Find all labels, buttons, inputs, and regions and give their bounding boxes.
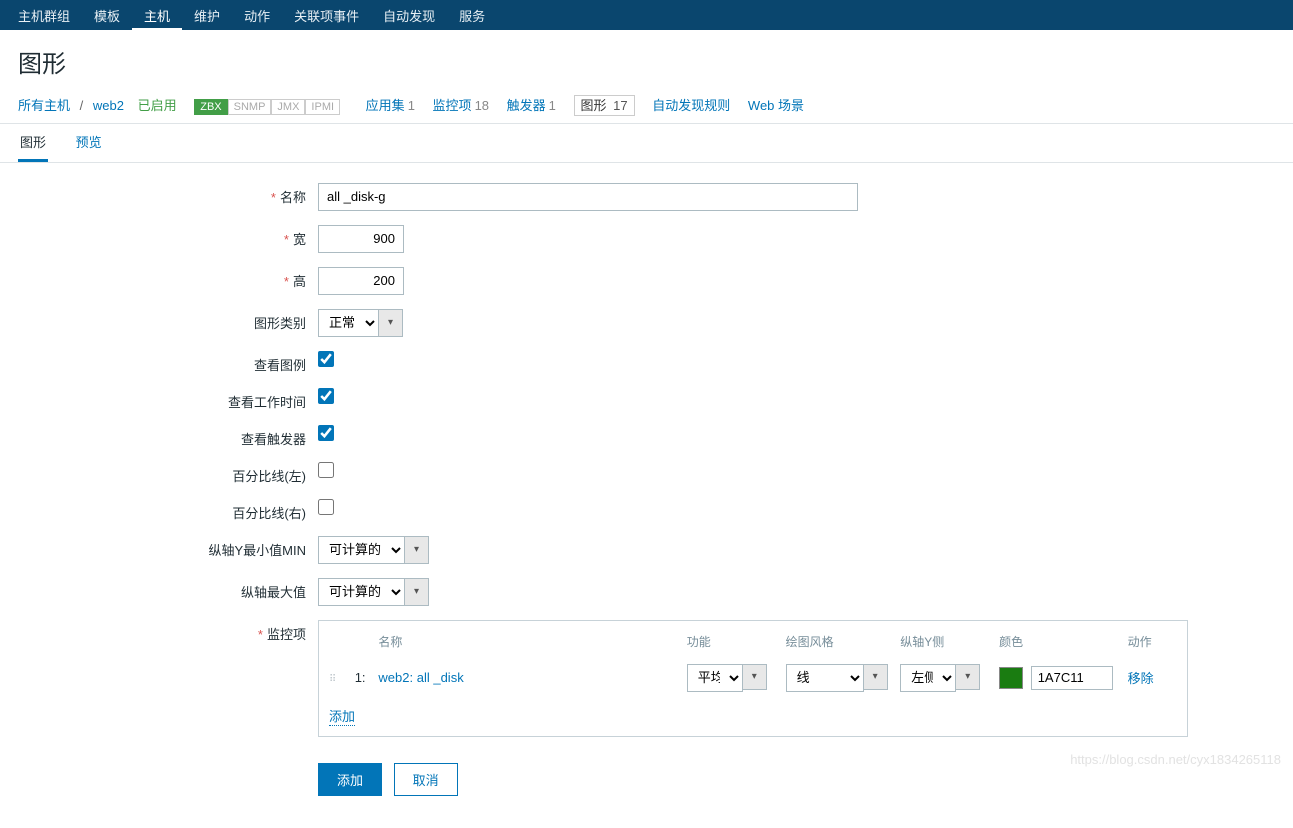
th-style: 绘图风格 <box>786 633 901 650</box>
top-nav: 主机群组 模板 主机 维护 动作 关联项事件 自动发现 服务 <box>0 0 1293 30</box>
badge-zbx: ZBX <box>194 99 227 115</box>
badge-ipmi: IPMI <box>305 99 340 115</box>
chevron-down-icon[interactable]: ▾ <box>956 664 980 690</box>
bc-discovery-rules[interactable]: 自动发现规则 <box>652 98 730 113</box>
items-table: 名称 功能 绘图风格 纵轴Y侧 颜色 动作 ⠿ 1: web2: all _di… <box>318 620 1188 737</box>
name-label: 名称 <box>280 190 306 205</box>
nav-hostgroups[interactable]: 主机群组 <box>6 0 82 31</box>
height-input[interactable] <box>318 267 404 295</box>
th-action: 动作 <box>1128 633 1177 650</box>
nav-services[interactable]: 服务 <box>447 0 497 31</box>
nav-correlation[interactable]: 关联项事件 <box>282 0 371 31</box>
chevron-down-icon[interactable]: ▾ <box>405 578 429 606</box>
badge-snmp: SNMP <box>228 99 272 115</box>
table-row: ⠿ 1: web2: all _disk 平均▾ 线▾ 左侧▾ 移除 <box>329 664 1177 692</box>
triggers-label: 查看触发器 <box>241 432 306 447</box>
style-select[interactable]: 线 <box>786 664 864 692</box>
bc-all-hosts[interactable]: 所有主机 <box>18 98 70 113</box>
color-swatch[interactable] <box>999 667 1023 689</box>
add-item-link[interactable]: 添加 <box>329 706 355 726</box>
ymax-label: 纵轴最大值 <box>241 585 306 600</box>
name-input[interactable] <box>318 183 858 211</box>
ymax-select[interactable]: 可计算的 <box>318 578 405 606</box>
th-side: 纵轴Y侧 <box>900 633 999 650</box>
submit-button[interactable]: 添加 <box>318 763 382 796</box>
triggers-checkbox[interactable] <box>318 425 334 441</box>
ymin-select[interactable]: 可计算的 <box>318 536 405 564</box>
func-select[interactable]: 平均 <box>687 664 743 692</box>
row-num: 1: <box>355 670 379 685</box>
legend-label: 查看图例 <box>254 358 306 373</box>
chevron-down-icon[interactable]: ▾ <box>379 309 403 337</box>
type-select[interactable]: 正常 <box>318 309 379 337</box>
item-name-link[interactable]: web2: all _disk <box>378 670 463 685</box>
nav-hosts[interactable]: 主机 <box>132 0 182 31</box>
nav-discovery[interactable]: 自动发现 <box>371 0 447 31</box>
color-input[interactable] <box>1031 666 1113 690</box>
tabs: 图形 预览 <box>0 124 1293 163</box>
status-enabled: 已启用 <box>138 98 177 113</box>
legend-checkbox[interactable] <box>318 351 334 367</box>
page-title: 图形 <box>0 30 1293 89</box>
bc-web-scenarios[interactable]: Web 场景 <box>748 98 804 113</box>
interface-badges: ZBX SNMP JMX IPMI <box>194 99 340 115</box>
th-color: 颜色 <box>999 633 1127 650</box>
worktime-label: 查看工作时间 <box>228 395 306 410</box>
badge-jmx: JMX <box>271 99 305 115</box>
tab-graph[interactable]: 图形 <box>18 124 48 162</box>
chevron-down-icon[interactable]: ▾ <box>743 664 767 690</box>
th-func: 功能 <box>687 633 786 650</box>
worktime-checkbox[interactable] <box>318 388 334 404</box>
items-label: 监控项 <box>267 627 306 642</box>
th-name: 名称 <box>378 633 686 650</box>
type-label: 图形类别 <box>254 316 306 331</box>
percent-right-checkbox[interactable] <box>318 499 334 515</box>
graph-form: *名称 *宽 *高 图形类别 正常 ▾ 查看图例 查看工作时间 查看触发器 百分… <box>0 163 1293 828</box>
nav-actions[interactable]: 动作 <box>232 0 282 31</box>
chevron-down-icon[interactable]: ▾ <box>864 664 888 690</box>
percent-left-label: 百分比线(左) <box>232 469 306 484</box>
bc-graphs-current: 图形 17 <box>574 95 635 116</box>
drag-handle-icon[interactable]: ⠿ <box>329 674 337 685</box>
width-input[interactable] <box>318 225 404 253</box>
remove-link[interactable]: 移除 <box>1128 671 1154 686</box>
height-label: 高 <box>293 274 306 289</box>
ymin-label: 纵轴Y最小值MIN <box>208 543 306 558</box>
bc-host[interactable]: web2 <box>93 98 124 113</box>
breadcrumb: 所有主机 / web2 已启用 ZBX SNMP JMX IPMI 应用集1 监… <box>0 89 1293 124</box>
bc-triggers[interactable]: 触发器1 <box>507 98 556 113</box>
percent-left-checkbox[interactable] <box>318 462 334 478</box>
percent-right-label: 百分比线(右) <box>232 506 306 521</box>
side-select[interactable]: 左侧 <box>900 664 956 692</box>
cancel-button[interactable]: 取消 <box>394 763 458 796</box>
tab-preview[interactable]: 预览 <box>74 124 104 159</box>
nav-templates[interactable]: 模板 <box>82 0 132 31</box>
chevron-down-icon[interactable]: ▾ <box>405 536 429 564</box>
bc-sep: / <box>80 98 84 113</box>
bc-applications[interactable]: 应用集1 <box>366 98 415 113</box>
width-label: 宽 <box>293 232 306 247</box>
nav-maintenance[interactable]: 维护 <box>182 0 232 31</box>
bc-items[interactable]: 监控项18 <box>433 98 489 113</box>
